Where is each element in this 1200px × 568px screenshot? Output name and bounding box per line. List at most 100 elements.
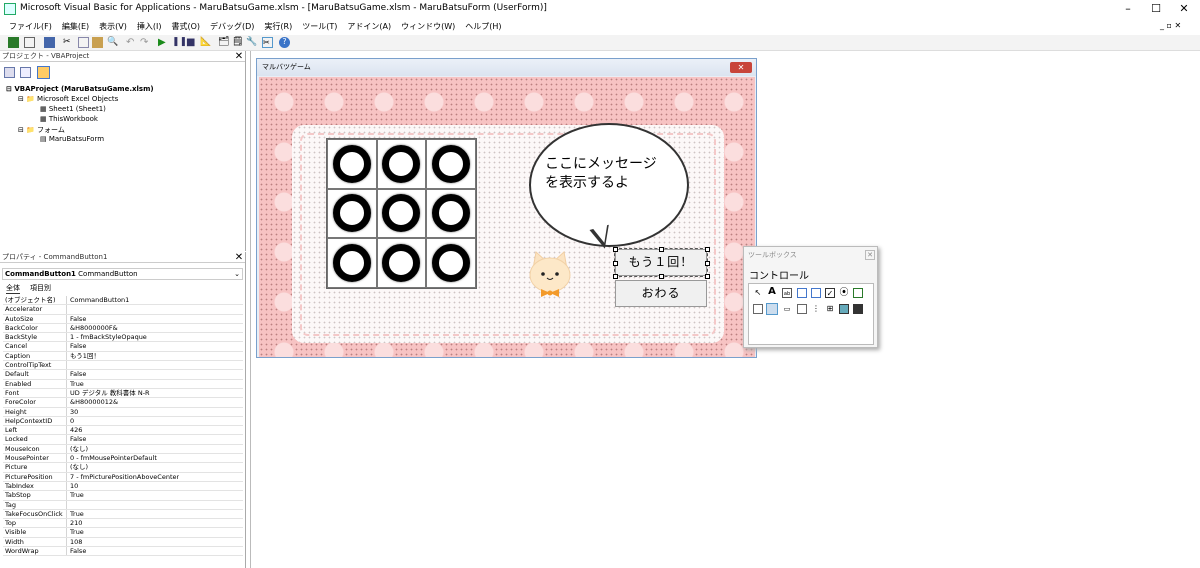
menu-item[interactable]: 挿入(I) bbox=[132, 21, 167, 32]
board-cell[interactable] bbox=[376, 188, 427, 239]
image-tool-icon[interactable] bbox=[839, 304, 849, 314]
board-cell[interactable] bbox=[327, 139, 377, 189]
property-row[interactable]: Height 30 bbox=[3, 407, 243, 417]
property-row[interactable]: BackColor &H8000000F& bbox=[3, 323, 243, 334]
select-objects-icon[interactable]: ↖ bbox=[753, 288, 763, 298]
board-cell[interactable] bbox=[376, 139, 427, 189]
project-explorer-icon[interactable]: 🗂 bbox=[218, 37, 229, 48]
property-value[interactable]: 0 - fmMousePointerDefault bbox=[67, 454, 157, 462]
menu-item[interactable]: ウィンドウ(W) bbox=[396, 21, 460, 32]
maximize-button[interactable]: ☐ bbox=[1148, 2, 1164, 16]
property-value[interactable]: (なし) bbox=[67, 463, 88, 471]
property-value[interactable]: False bbox=[67, 315, 86, 323]
multipage-tool-icon[interactable] bbox=[797, 304, 807, 314]
checkbox-tool-icon[interactable]: ✓ bbox=[825, 288, 835, 298]
message-label[interactable]: ここにメッセージ を表示するよ bbox=[545, 155, 657, 193]
minimize-button[interactable]: – bbox=[1120, 2, 1136, 16]
board-cell[interactable] bbox=[426, 238, 476, 288]
property-row[interactable]: Enabled True bbox=[3, 379, 243, 389]
retry-button[interactable]: もう１回！ bbox=[614, 248, 708, 277]
property-value[interactable]: CommandButton1 bbox=[67, 296, 129, 304]
find-icon[interactable]: 🔍 bbox=[107, 37, 118, 48]
spinbutton-tool-icon[interactable]: ⊞ bbox=[825, 304, 835, 314]
menu-item[interactable]: 実行(R) bbox=[259, 21, 297, 32]
selection-handle[interactable] bbox=[613, 261, 618, 266]
form-close-button[interactable]: ✕ bbox=[730, 62, 752, 73]
property-row[interactable]: TabStop True bbox=[3, 491, 243, 501]
menu-item[interactable]: ファイル(F) bbox=[4, 21, 57, 32]
close-button[interactable]: ✕ bbox=[1176, 2, 1192, 16]
tree-maruBatsuForm[interactable]: ▤ MaruBatsuForm bbox=[40, 135, 104, 143]
frame-tool-icon[interactable] bbox=[753, 304, 763, 314]
property-value[interactable]: 0 bbox=[67, 417, 74, 425]
menu-item[interactable]: ヘルプ(H) bbox=[460, 21, 506, 32]
property-row[interactable]: Visible True bbox=[3, 528, 243, 538]
save-icon[interactable] bbox=[44, 37, 55, 48]
property-value[interactable]: False bbox=[67, 342, 86, 350]
project-close-icon[interactable]: ✕ bbox=[234, 52, 244, 62]
property-row[interactable]: Accelerator bbox=[3, 305, 243, 315]
run-icon[interactable]: ▶ bbox=[158, 37, 169, 48]
property-row[interactable]: MouseIcon (なし) bbox=[3, 444, 243, 455]
property-value[interactable] bbox=[67, 361, 70, 369]
menu-item[interactable]: 表示(V) bbox=[94, 21, 132, 32]
refedit-tool-icon[interactable] bbox=[853, 304, 863, 314]
property-row[interactable]: BackStyle 1 - fmBackStyleOpaque bbox=[3, 333, 243, 343]
property-value[interactable]: False bbox=[67, 547, 86, 555]
break-icon[interactable]: ❚❚ bbox=[172, 37, 187, 48]
object-selector[interactable]: CommandButton1 CommandButton ⌄ bbox=[2, 268, 243, 280]
properties-close-icon[interactable]: ✕ bbox=[234, 253, 244, 263]
property-row[interactable]: (オブジェクト名) CommandButton1 bbox=[3, 296, 243, 306]
property-row[interactable]: TakeFocusOnClick True bbox=[3, 509, 243, 520]
reset-icon[interactable]: ■ bbox=[186, 37, 197, 48]
selection-handle[interactable] bbox=[705, 261, 710, 266]
property-row[interactable]: HelpContextID 0 bbox=[3, 416, 243, 427]
property-row[interactable]: Default False bbox=[3, 370, 243, 380]
view-object-icon[interactable] bbox=[20, 67, 31, 78]
property-row[interactable]: Tag bbox=[3, 500, 243, 510]
property-row[interactable]: ForeColor &H80000012& bbox=[3, 398, 243, 408]
tab-all[interactable]: 全体 bbox=[6, 283, 20, 294]
property-value[interactable]: 108 bbox=[67, 538, 82, 546]
cat-image[interactable] bbox=[527, 249, 573, 299]
properties-window-icon[interactable]: 🗒 bbox=[232, 37, 243, 48]
property-value[interactable]: 210 bbox=[67, 519, 82, 527]
scrollbar-tool-icon[interactable]: ⋮ bbox=[811, 304, 821, 314]
property-value[interactable]: &H8000000F& bbox=[67, 324, 118, 332]
board-cell[interactable] bbox=[327, 188, 377, 239]
selection-handle[interactable] bbox=[613, 247, 618, 252]
menu-item[interactable]: 編集(E) bbox=[57, 21, 94, 32]
board-cell[interactable] bbox=[376, 238, 427, 288]
insert-userform-icon[interactable] bbox=[24, 37, 35, 48]
property-value[interactable]: 10 bbox=[67, 482, 78, 490]
property-value[interactable]: UD デジタル 教科書体 N-R bbox=[67, 389, 150, 397]
toolbox-close-icon[interactable]: ✕ bbox=[865, 250, 875, 260]
selection-handle[interactable] bbox=[613, 274, 618, 279]
quit-button[interactable]: おわる bbox=[615, 280, 707, 307]
selection-handle[interactable] bbox=[705, 247, 710, 252]
property-value[interactable] bbox=[67, 501, 70, 509]
property-row[interactable]: Picture (なし) bbox=[3, 463, 243, 473]
selection-handle[interactable] bbox=[659, 247, 664, 252]
property-row[interactable]: MousePointer 0 - fmMousePointerDefault bbox=[3, 454, 243, 464]
design-mode-icon[interactable]: 📐 bbox=[200, 37, 211, 48]
property-value[interactable]: True bbox=[67, 528, 84, 536]
menu-item[interactable]: アドイン(A) bbox=[342, 21, 396, 32]
combobox-tool-icon[interactable] bbox=[797, 288, 807, 298]
property-row[interactable]: TabIndex 10 bbox=[3, 481, 243, 492]
property-row[interactable]: Font UD デジタル 教科書体 N-R bbox=[3, 388, 243, 399]
property-value[interactable]: False bbox=[67, 370, 86, 378]
object-browser-icon[interactable]: 🔧 bbox=[246, 37, 257, 48]
property-value[interactable]: 30 bbox=[67, 408, 78, 416]
property-value[interactable]: True bbox=[67, 510, 84, 518]
textbox-tool-icon[interactable]: ab bbox=[782, 288, 792, 298]
togglebutton-tool-icon[interactable] bbox=[853, 288, 863, 298]
tree-excel-objects[interactable]: ⊟ 📁 Microsoft Excel Objects bbox=[18, 95, 118, 103]
property-row[interactable]: Caption もう1回！ bbox=[3, 351, 243, 362]
property-value[interactable]: True bbox=[67, 380, 84, 388]
excel-view-icon[interactable] bbox=[8, 37, 19, 48]
tree-forms[interactable]: ⊟ 📁 フォーム bbox=[18, 125, 65, 135]
property-value[interactable]: True bbox=[67, 491, 84, 499]
board-cell[interactable] bbox=[426, 139, 476, 189]
selection-handle[interactable] bbox=[705, 274, 710, 279]
